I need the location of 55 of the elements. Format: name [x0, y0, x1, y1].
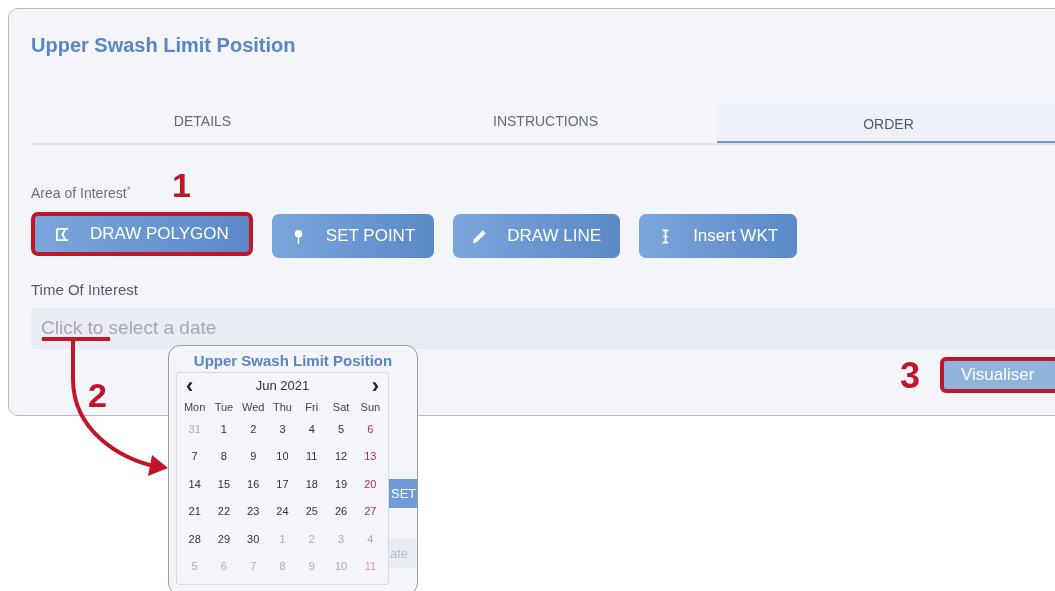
- calendar-day[interactable]: 28: [180, 525, 210, 553]
- previous-month-button[interactable]: ‹: [186, 375, 194, 397]
- weekday-label: Sun: [359, 400, 382, 415]
- calendar-day[interactable]: 15: [209, 470, 239, 498]
- calendar-day[interactable]: 23: [238, 497, 268, 525]
- calendar-day[interactable]: 21: [180, 497, 210, 525]
- calendar-day[interactable]: 16: [238, 470, 268, 498]
- calendar-day[interactable]: 18: [297, 470, 327, 498]
- calendar-day[interactable]: 26: [326, 497, 356, 525]
- step-number: 1: [172, 168, 191, 202]
- tab[interactable]: INSTRUCTIONS: [374, 103, 717, 143]
- tab[interactable]: ORDER: [717, 103, 1055, 143]
- weekday-label: Mon: [182, 400, 207, 415]
- calendar-day[interactable]: 14: [180, 470, 210, 498]
- calendar-day[interactable]: 29: [209, 525, 239, 553]
- calendar-day[interactable]: 27: [355, 497, 385, 525]
- weekday-label: Thu: [272, 400, 293, 415]
- field-label: Area of Interest: [31, 184, 127, 203]
- calendar-day[interactable]: 2: [238, 415, 268, 443]
- calendar-day[interactable]: 24: [267, 497, 298, 525]
- step-number: 3: [900, 358, 921, 394]
- pencil-icon: [472, 228, 488, 244]
- calendar-day[interactable]: 20: [355, 470, 385, 498]
- calendar-day[interactable]: 17: [267, 470, 298, 498]
- calendar-day[interactable]: 7: [180, 442, 210, 470]
- weekday-label: Wed: [241, 400, 266, 415]
- calendar-day[interactable]: 11: [297, 442, 327, 470]
- weekday-label: Fri: [304, 400, 320, 415]
- calendar-day[interactable]: 19: [326, 470, 356, 498]
- form-title: Upper Swash Limit Position: [31, 33, 297, 57]
- calendar-day[interactable]: 6: [355, 415, 385, 443]
- calendar-day[interactable]: 4: [297, 415, 327, 443]
- date-field[interactable]: Click to select a date: [31, 307, 1055, 349]
- button-fragment: SET: [388, 479, 417, 508]
- calendar-day[interactable]: 5: [326, 415, 356, 443]
- calendar-day[interactable]: 8: [209, 442, 239, 470]
- next-month-button[interactable]: ›: [371, 375, 379, 397]
- weekday-label: Tue: [213, 400, 235, 415]
- calendar-day[interactable]: 9: [238, 442, 268, 470]
- calendar-day[interactable]: 12: [326, 442, 356, 470]
- calendar-day[interactable]: 30: [238, 525, 268, 553]
- step-number: 2: [88, 378, 107, 412]
- calendar-day[interactable]: 22: [209, 497, 239, 525]
- calendar-day[interactable]: 3: [267, 415, 298, 443]
- tab[interactable]: DETAILS: [31, 103, 374, 143]
- calendar-day[interactable]: 25: [297, 497, 327, 525]
- month-label: Jun 2021: [255, 377, 310, 396]
- weekday-label: Sat: [331, 400, 351, 415]
- inset-title: Upper Swash Limit Position: [192, 351, 394, 371]
- required-mark: *: [126, 184, 131, 196]
- polygon-icon: [55, 226, 70, 242]
- calendar-day[interactable]: 13: [355, 442, 385, 470]
- calendar-day[interactable]: 10: [267, 442, 298, 470]
- calendar-day[interactable]: 1: [209, 415, 239, 443]
- field-label: Time Of Interest: [31, 280, 139, 300]
